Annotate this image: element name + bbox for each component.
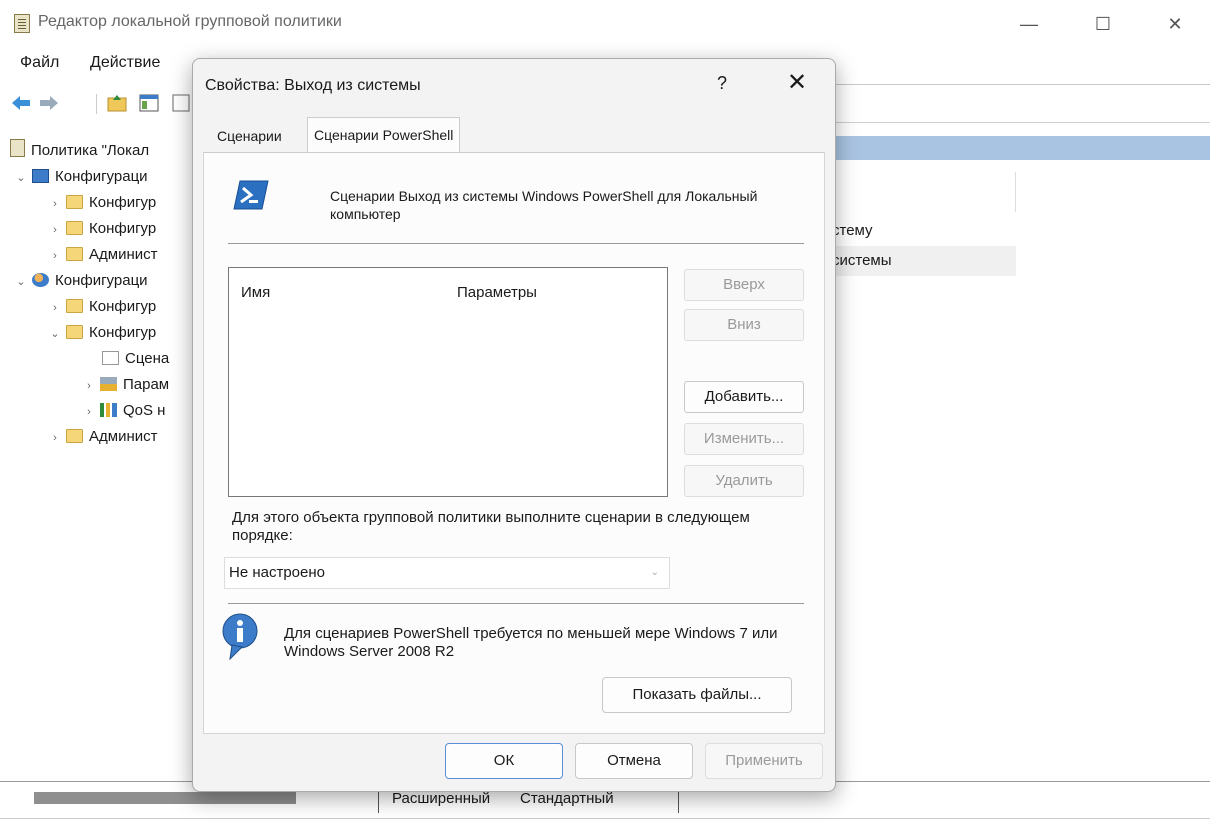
tree-item-admin-1[interactable]: › Админист <box>48 242 157 268</box>
cancel-button[interactable]: Отмена <box>575 743 693 779</box>
folder-icon <box>66 247 83 261</box>
tree-item-policy-root[interactable]: Политика "Локал <box>8 138 149 164</box>
tab-content: Сценарии Выход из системы Windows PowerS… <box>203 152 825 734</box>
folder-icon <box>66 325 83 339</box>
chevron-right-icon[interactable]: › <box>82 373 96 399</box>
chevron-right-icon[interactable]: › <box>48 243 62 269</box>
tree-item-settings[interactable]: › Парам <box>82 372 169 398</box>
toolbar-divider <box>832 122 1210 123</box>
folder-icon <box>66 221 83 235</box>
chevron-right-icon[interactable]: › <box>48 425 62 451</box>
chevron-right-icon[interactable]: › <box>48 295 62 321</box>
tree-item-folder-3[interactable]: › Конфигур <box>48 294 156 320</box>
folder-icon <box>66 195 83 209</box>
chart-icon <box>100 403 117 417</box>
add-button[interactable]: Добавить... <box>684 381 804 413</box>
tab-powershell-scripts[interactable]: Сценарии PowerShell <box>307 117 461 154</box>
tree-item-folder-2[interactable]: › Конфигур <box>48 216 156 242</box>
properties-dialog: Свойства: Выход из системы ? ✕ Сценарии … <box>192 58 836 792</box>
menu-file[interactable]: Файл <box>20 54 59 72</box>
info-text: Для сценариев PowerShell требуется по ме… <box>284 625 778 660</box>
column-name[interactable]: Имя <box>241 284 270 301</box>
tree-panel: Политика "Локал ⌄ Конфигураци › Конфигур ›… <box>8 132 198 772</box>
chevron-down-icon[interactable]: ⌄ <box>48 321 62 347</box>
tree-item-computer-config[interactable]: ⌄ Конфигураци <box>14 164 147 191</box>
show-files-button[interactable]: Показать файлы... <box>602 677 792 713</box>
tree-item-scripts[interactable]: Сцена <box>98 346 169 372</box>
tree-item-user-config[interactable]: ⌄ Конфигураци <box>14 268 147 295</box>
toolbar-separator <box>96 94 97 114</box>
list-item-logon[interactable]: стему <box>832 216 873 246</box>
order-label: Для этого объекта групповой политики вып… <box>232 509 750 544</box>
move-up-button[interactable]: Вверх <box>684 269 804 301</box>
info-icon <box>222 613 258 661</box>
horizontal-scrollbar[interactable] <box>34 792 296 804</box>
folder-icon <box>66 429 83 443</box>
tree-item-qos[interactable]: › QoS н <box>82 398 165 424</box>
tree-item-admin-2[interactable]: › Админист <box>48 424 157 450</box>
policy-editor-icon <box>14 14 30 33</box>
chevron-right-icon[interactable]: › <box>48 191 62 217</box>
chevron-right-icon[interactable]: › <box>82 399 96 425</box>
title-bar: Редактор локальной групповой политики — … <box>0 0 1210 48</box>
menu-action[interactable]: Действие <box>90 54 160 72</box>
close-window-button[interactable]: ✕ <box>1152 8 1198 40</box>
computer-icon <box>32 169 49 183</box>
column-divider <box>1015 172 1016 212</box>
run-order-select[interactable]: Не настроено ⌄ <box>224 557 670 589</box>
list-header-bar <box>832 136 1210 160</box>
menu-divider <box>832 84 1210 85</box>
forward-arrow-icon[interactable] <box>38 92 60 114</box>
window-title: Редактор локальной групповой политики <box>38 13 342 30</box>
tab-scripts[interactable]: Сценарии <box>211 121 288 151</box>
help-button[interactable]: ? <box>717 73 727 94</box>
maximize-button[interactable]: ☐ <box>1080 8 1126 40</box>
chevron-down-icon: ⌄ <box>650 567 659 578</box>
header-separator <box>228 243 804 244</box>
show-hide-tree-icon[interactable] <box>138 92 160 114</box>
tree-item-folder-4[interactable]: ⌄ Конфигур <box>48 320 156 346</box>
status-bar <box>0 818 1210 819</box>
back-arrow-icon[interactable] <box>10 92 32 114</box>
dialog-title: Свойства: Выход из системы <box>205 77 421 94</box>
scripts-list[interactable]: Имя Параметры <box>228 267 668 497</box>
dialog-close-button[interactable]: ✕ <box>787 71 807 95</box>
move-down-button[interactable]: Вниз <box>684 309 804 341</box>
powershell-icon <box>233 180 269 210</box>
list-item-logoff[interactable]: системы <box>832 246 1016 276</box>
remove-button[interactable]: Удалить <box>684 465 804 497</box>
edit-button[interactable]: Изменить... <box>684 423 804 455</box>
column-parameters[interactable]: Параметры <box>457 284 537 301</box>
properties-icon[interactable] <box>170 92 192 114</box>
settings-icon <box>100 377 117 391</box>
header-description: Сценарии Выход из системы Windows PowerS… <box>330 188 758 222</box>
users-icon <box>32 273 49 287</box>
run-order-value: Не настроено <box>229 564 325 581</box>
apply-button[interactable]: Применить <box>705 743 823 779</box>
chevron-right-icon[interactable]: › <box>48 217 62 243</box>
minimize-button[interactable]: — <box>1006 8 1052 40</box>
tree-item-folder-1[interactable]: › Конфигур <box>48 190 156 216</box>
ok-button[interactable]: ОК <box>445 743 563 779</box>
chevron-down-icon[interactable]: ⌄ <box>14 269 28 295</box>
folder-icon <box>66 299 83 313</box>
policy-icon <box>10 139 25 157</box>
up-folder-icon[interactable] <box>106 92 128 114</box>
chevron-down-icon[interactable]: ⌄ <box>14 165 28 191</box>
info-separator <box>228 603 804 604</box>
scripts-icon <box>102 351 119 365</box>
